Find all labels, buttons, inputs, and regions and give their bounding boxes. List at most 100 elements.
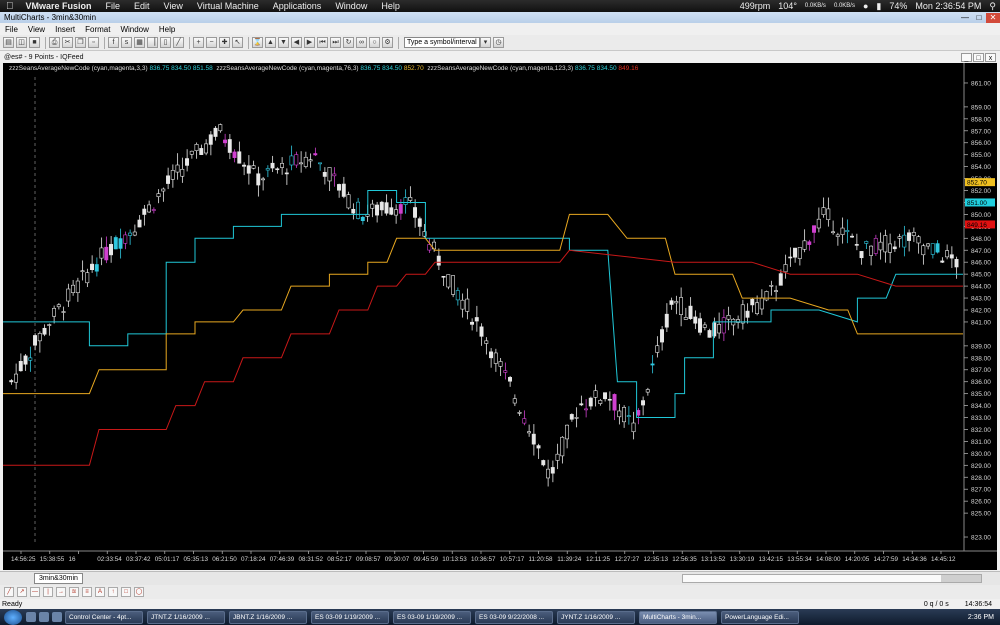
candle-chart-icon[interactable]: ▯ <box>160 37 171 48</box>
close-button[interactable]: ✕ <box>986 12 1000 23</box>
price-chart[interactable]: 861.00 859.00 858.00 857.00 856.00 855.00 854.… <box>3 63 997 570</box>
tab-3min-30min[interactable]: 3min&30min <box>34 573 83 584</box>
task-jbnt[interactable]: JBNT.Z 1/16/2009 ... <box>229 610 307 624</box>
fan-rpm[interactable]: 499rpm <box>736 1 775 11</box>
menu-applications[interactable]: Applications <box>266 1 329 11</box>
net-speed-down[interactable]: 0.0KB/s <box>830 3 859 9</box>
candle-body <box>878 241 883 251</box>
candle-body <box>835 234 840 237</box>
scroll-end-icon[interactable]: ⏭ <box>330 37 341 48</box>
draw-text-icon[interactable]: A <box>95 587 105 597</box>
candle-body <box>332 173 337 177</box>
chart-plot-area[interactable]: 861.00 859.00 858.00 857.00 856.00 855.00 854.… <box>3 63 997 570</box>
menu-help[interactable]: Help <box>374 1 407 11</box>
menu-virtual-machine[interactable]: Virtual Machine <box>190 1 266 11</box>
taskbar-clock[interactable]: 2:36 PM <box>968 614 1000 621</box>
x-tick-label: 12:27:27 <box>615 556 640 563</box>
cut-icon[interactable]: ✂ <box>62 37 73 48</box>
spotlight-icon[interactable]: ⚲ <box>985 1 1000 12</box>
insert-signal-icon[interactable]: s <box>121 37 132 48</box>
apple-icon[interactable]:  <box>0 1 19 12</box>
app-menu-format[interactable]: Format <box>80 25 115 34</box>
chart-close-button[interactable]: x <box>985 52 996 62</box>
clock-icon[interactable]: ◷ <box>493 37 504 48</box>
task-es-2[interactable]: ES 03-09 1/19/2009 ... <box>393 610 471 624</box>
refresh-icon[interactable]: ↻ <box>343 37 354 48</box>
draw-ray-icon[interactable]: → <box>56 587 66 597</box>
candle-body <box>180 168 185 177</box>
draw-line-icon[interactable]: ╱ <box>4 587 14 597</box>
menu-window[interactable]: Window <box>328 1 374 11</box>
new-chart-icon[interactable]: ▤ <box>3 37 14 48</box>
maximize-button[interactable]: □ <box>972 13 986 23</box>
chart-minimize-button[interactable]: _ <box>961 52 972 62</box>
chart-maximize-button[interactable]: □ <box>973 52 984 62</box>
link-icon[interactable]: ∞ <box>356 37 367 48</box>
globe-icon[interactable]: ○ <box>369 37 380 48</box>
paste-icon[interactable]: ▫ <box>88 37 99 48</box>
copy-icon[interactable]: ❐ <box>75 37 86 48</box>
task-es-1[interactable]: ES 03-09 1/19/2009 ... <box>311 610 389 624</box>
app-menu-file[interactable]: File <box>0 25 23 34</box>
draw-channel-icon[interactable]: ≊ <box>69 587 79 597</box>
hourglass-icon[interactable]: ⌛ <box>252 37 263 48</box>
draw-rect-icon[interactable]: □ <box>121 587 131 597</box>
draw-fib-icon[interactable]: ≡ <box>82 587 92 597</box>
app-menu-insert[interactable]: Insert <box>50 25 80 34</box>
settings-icon[interactable]: ⚙ <box>382 37 393 48</box>
quicklaunch-ie-icon[interactable] <box>26 612 36 622</box>
draw-trend-icon[interactable]: ↗ <box>17 587 27 597</box>
pointer-icon[interactable]: ↖ <box>232 37 243 48</box>
save-icon[interactable]: ■ <box>29 37 40 48</box>
print-icon[interactable]: ⎙ <box>49 37 60 48</box>
wifi-icon[interactable]: ● <box>859 1 872 11</box>
candle-body <box>935 243 940 253</box>
task-es-3[interactable]: ES 03-09 9/22/2008 ... <box>475 610 553 624</box>
zoom-in-icon[interactable]: + <box>193 37 204 48</box>
symbol-dropdown-icon[interactable]: ▾ <box>480 37 491 48</box>
app-menu-view[interactable]: View <box>23 25 50 34</box>
cpu-temp[interactable]: 104° <box>774 1 801 11</box>
horizontal-scrollbar[interactable] <box>682 574 982 583</box>
format-icon[interactable]: ▦ <box>134 37 145 48</box>
app-menu-help[interactable]: Help <box>154 25 180 34</box>
task-powerlanguage[interactable]: PowerLanguage Edi... <box>721 610 799 624</box>
symbol-input[interactable]: Type a symbol/interval <box>404 37 480 48</box>
task-jynt[interactable]: JYNT.Z 1/16/2009 ... <box>557 610 635 624</box>
draw-ellipse-icon[interactable]: ◯ <box>134 587 144 597</box>
minimize-button[interactable]: — <box>958 13 972 23</box>
line-chart-icon[interactable]: ╱ <box>173 37 184 48</box>
menu-edit[interactable]: Edit <box>127 1 157 11</box>
task-jtnt[interactable]: JTNT.Z 1/16/2009 ... <box>147 610 225 624</box>
arrow-left-icon[interactable]: ◀ <box>291 37 302 48</box>
menu-view[interactable]: View <box>157 1 190 11</box>
arrow-right-icon[interactable]: ▶ <box>304 37 315 48</box>
app-menu-window[interactable]: Window <box>115 25 153 34</box>
net-speed-up[interactable]: 0.0KB/s <box>801 3 830 9</box>
draw-hline-icon[interactable]: — <box>30 587 40 597</box>
insert-study-icon[interactable]: f <box>108 37 119 48</box>
zoom-out-icon[interactable]: − <box>206 37 217 48</box>
arrow-down-icon[interactable]: ▼ <box>278 37 289 48</box>
draw-vline-icon[interactable]: | <box>43 587 53 597</box>
crosshair-icon[interactable]: ✚ <box>219 37 230 48</box>
menu-app-brand[interactable]: VMware Fusion <box>19 1 99 11</box>
battery-icon[interactable]: ▮ <box>872 1 885 12</box>
study1-value3: 851.58 <box>192 65 213 72</box>
open-icon[interactable]: ◫ <box>16 37 27 48</box>
draw-arrow-icon[interactable]: ↑ <box>108 587 118 597</box>
study2-value3: 852.70 <box>403 65 424 72</box>
quicklaunch-media-icon[interactable] <box>52 612 62 622</box>
quicklaunch-explorer-icon[interactable] <box>39 612 49 622</box>
menu-file[interactable]: File <box>99 1 128 11</box>
battery-percent[interactable]: 74% <box>885 1 911 11</box>
study2-value1: 836.75 <box>360 65 381 72</box>
arrow-up-icon[interactable]: ▲ <box>265 37 276 48</box>
scrollbar-thumb[interactable] <box>941 575 981 582</box>
start-button[interactable] <box>4 609 22 625</box>
bar-chart-icon[interactable]: ▕ <box>147 37 158 48</box>
scroll-start-icon[interactable]: ⏮ <box>317 37 328 48</box>
task-control-center[interactable]: Control Center - 4pt... <box>65 610 143 624</box>
task-multicharts[interactable]: MultiCharts - 3min... <box>639 610 717 624</box>
menubar-clock[interactable]: Mon 2:36:54 PM <box>911 1 985 11</box>
